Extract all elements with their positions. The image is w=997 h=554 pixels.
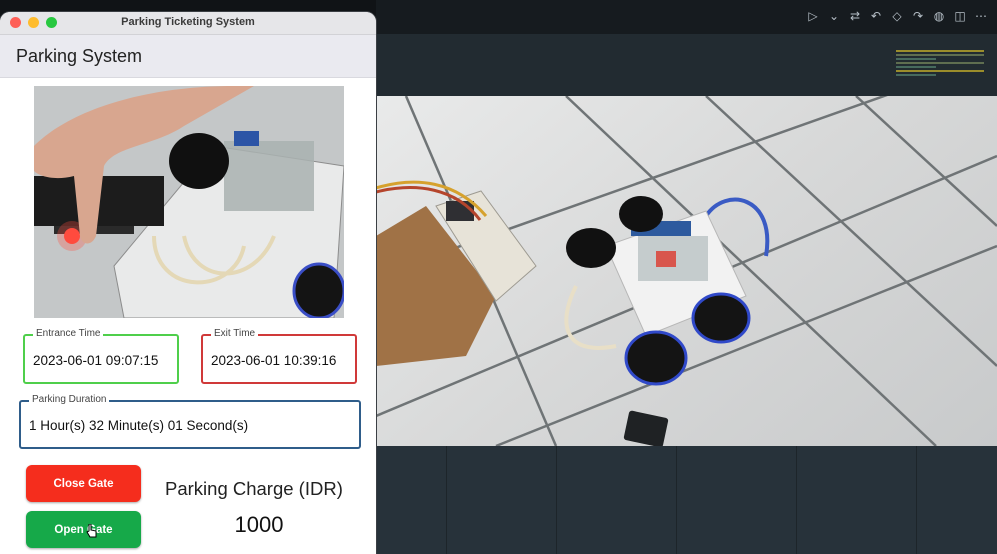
window-title: Parking Ticketing System [121, 16, 255, 28]
parking-charge-label: Parking Charge (IDR) [165, 478, 343, 499]
parking-charge-value: 1000 [234, 512, 284, 537]
camera-image [34, 86, 344, 318]
more-icon[interactable]: ⋯ [975, 9, 987, 23]
camera-feed [34, 86, 344, 318]
compare-icon[interactable]: ⇄ [849, 9, 861, 23]
video-feed [376, 96, 997, 446]
exit-time-value: 2023-06-01 10:39:16 [211, 353, 337, 368]
editor-tab-bar: ▷ ⌄ ⇄ ↶ ◇ ↷ ◍ ◫ ⋯ [376, 0, 997, 34]
go-back-icon[interactable]: ↶ [870, 9, 882, 23]
entrance-time-field[interactable]: Entrance Time 2023-06-01 09:07:15 [23, 328, 179, 384]
close-gate-button[interactable]: Close Gate [26, 465, 141, 502]
entrance-time-label: Entrance Time [33, 328, 104, 339]
app-bar: Parking System [0, 35, 376, 78]
parking-duration-value: 1 Hour(s) 32 Minute(s) 01 Second(s) [29, 418, 249, 433]
split-editor-icon[interactable]: ◫ [954, 9, 966, 23]
parking-duration-field[interactable]: Parking Duration 1 Hour(s) 32 Minute(s) … [19, 394, 361, 449]
entrance-time-value: 2023-06-01 09:07:15 [33, 353, 159, 368]
chevron-down-icon[interactable]: ⌄ [828, 9, 840, 23]
exit-time-label: Exit Time [211, 328, 259, 339]
editor-area: ▷ ⌄ ⇄ ↶ ◇ ↷ ◍ ◫ ⋯ [376, 0, 997, 554]
exit-time-field[interactable]: Exit Time 2023-06-01 10:39:16 [201, 328, 357, 384]
go-forward-icon[interactable]: ↷ [912, 9, 924, 23]
page-title: Parking System [16, 46, 143, 66]
account-icon[interactable]: ◍ [933, 9, 945, 23]
editor-toolbar: ▷ ⌄ ⇄ ↶ ◇ ↷ ◍ ◫ ⋯ [807, 9, 987, 23]
minimap[interactable] [896, 48, 984, 98]
window-titlebar[interactable]: Parking Ticketing System [0, 12, 376, 35]
dot-icon[interactable]: ◇ [891, 9, 903, 23]
parking-duration-label: Parking Duration [29, 394, 110, 405]
robot-car-scene [376, 96, 997, 446]
run-icon[interactable]: ▷ [807, 9, 819, 23]
